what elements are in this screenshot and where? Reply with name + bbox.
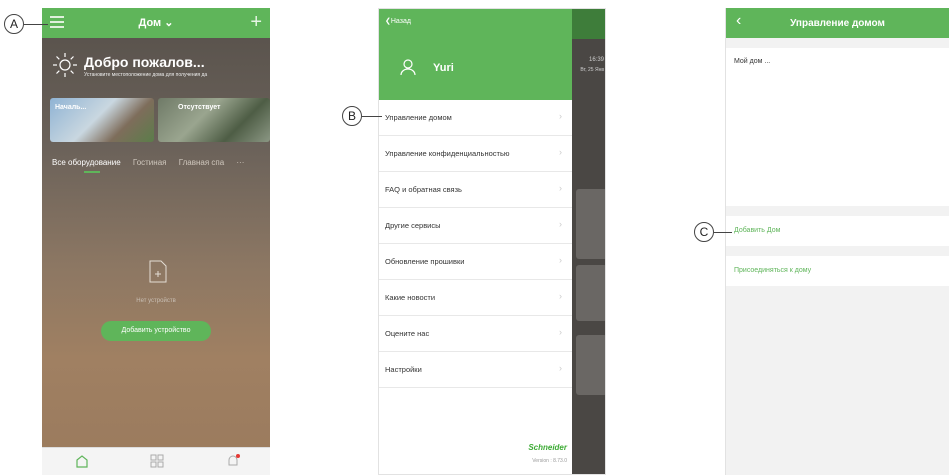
chevron-right-icon: › [559,183,562,193]
menu-item-rate-us[interactable]: Оцените нас › [379,316,572,352]
bell-icon[interactable] [226,454,240,468]
top-bar: ‹ Управление домом [726,8,949,38]
home-icon[interactable] [75,454,89,468]
chevron-right-icon: › [559,291,562,301]
callout-b: B [342,106,362,126]
menu-item-label: FAQ и обратная связь [385,185,462,194]
home-list-item[interactable]: Мой дом ... [734,58,770,65]
chevron-right-icon: › [559,147,562,157]
no-devices-text: Нет устройств [136,298,176,304]
callout-line [24,24,48,25]
side-menu-list: Управление домом › Управление конфиденциа… [379,100,572,388]
add-home-row[interactable]: Добавить Дом [726,216,949,246]
background-date: Вт, 25 Янв [580,67,604,73]
menu-item-label: Обновление прошивки [385,257,465,266]
menu-item-label: Управление конфиденциальностью [385,149,510,158]
background-card [576,265,605,321]
add-device-button[interactable]: Добавить устройство [101,321,211,341]
menu-item-whats-new[interactable]: Какие новости › [379,280,572,316]
background-card [576,189,605,259]
brand-logo: Schneider [528,443,567,452]
active-tab-indicator [84,171,100,173]
room-tabs: Все оборудование Гостиная Главная спа ··… [52,158,254,167]
version-text: Version : 8.73.0 [532,458,567,464]
home-screen: Дом ⌄ + Добро пожалов... Установите мест… [42,8,270,475]
side-menu-screen: 16:39 Вт, 25 Янв ❮Назад Yuri Управление … [378,8,606,475]
user-name[interactable]: Yuri [433,62,454,74]
background-time: 16:39 [588,57,604,63]
grid-icon[interactable] [150,454,164,468]
sun-icon [53,53,77,77]
add-home-link[interactable]: Добавить Дом [734,227,780,234]
background-card [576,335,605,395]
chevron-right-icon: › [559,327,562,337]
more-tabs-icon[interactable]: ··· [236,158,244,167]
home-selector[interactable]: Дом ⌄ [42,16,270,29]
welcome-title: Добро пожалов... [84,54,205,70]
menu-item-label: Управление домом [385,113,452,122]
location-hint[interactable]: Установите местоположение дома для получ… [84,72,207,78]
empty-device-icon [149,260,167,283]
join-home-row[interactable]: Присоединяться к дому [726,256,949,286]
page-title: Управление домом [790,18,885,29]
scene-card-start[interactable]: Началь... [50,98,154,142]
dimmed-background: 16:39 Вт, 25 Янв [572,9,605,474]
menu-item-privacy[interactable]: Управление конфиденциальностью › [379,136,572,172]
tab-main-bedroom[interactable]: Главная спа [179,158,224,167]
menu-item-label: Настройки [385,365,422,374]
back-button[interactable]: ❮Назад [385,17,411,25]
tab-all-devices[interactable]: Все оборудование [52,158,121,167]
homes-list: Мой дом ... [726,48,949,206]
callout-line [714,232,732,233]
scene-label: Отсутствует [178,104,221,111]
menu-item-home-management[interactable]: Управление домом › [379,100,572,136]
menu-item-firmware-update[interactable]: Обновление прошивки › [379,244,572,280]
home-management-screen: ‹ Управление домом Мой дом ... Добавить … [725,8,949,475]
chevron-right-icon: › [559,255,562,265]
callout-c: C [694,222,714,242]
join-home-link[interactable]: Присоединяться к дому [734,267,811,274]
menu-item-label: Какие новости [385,293,436,302]
dimmed-top-bar [572,9,605,39]
bottom-nav [42,447,270,475]
user-icon[interactable] [399,58,417,76]
menu-item-other-services[interactable]: Другие сервисы › [379,208,572,244]
profile-header: ❮Назад Yuri [379,9,572,100]
menu-item-faq[interactable]: FAQ и обратная связь › [379,172,572,208]
menu-item-label: Другие сервисы [385,221,441,230]
callout-a: A [4,14,24,34]
menu-item-settings[interactable]: Настройки › [379,352,572,388]
tab-living-room[interactable]: Гостиная [133,158,167,167]
chevron-right-icon: › [559,111,562,121]
menu-item-label: Оцените нас [385,329,430,338]
add-icon[interactable]: + [250,11,262,34]
top-bar: Дом ⌄ + [42,8,270,38]
scene-card-away[interactable]: Отсутствует [158,98,270,142]
chevron-right-icon: › [559,363,562,373]
callout-line [362,116,382,117]
scene-label: Началь... [55,104,87,111]
chevron-right-icon: › [559,219,562,229]
